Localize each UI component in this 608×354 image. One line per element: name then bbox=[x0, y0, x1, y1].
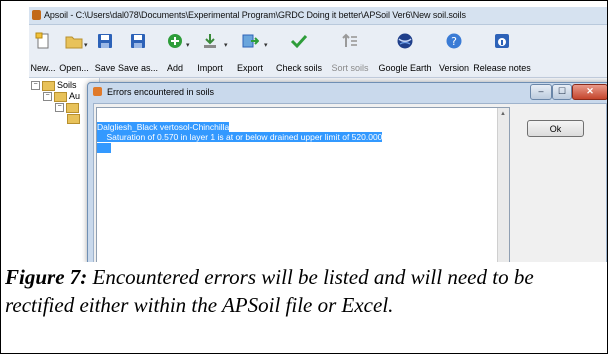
collapse-icon[interactable]: − bbox=[31, 81, 40, 91]
sort-soils-button[interactable]: Sort soils bbox=[326, 29, 374, 75]
export-dropdown-icon[interactable]: ▾ bbox=[264, 41, 268, 49]
dialog-app-icon bbox=[93, 87, 102, 96]
collapse-icon[interactable]: − bbox=[43, 92, 52, 102]
folder-icon bbox=[54, 91, 67, 102]
figure-label: Figure 7: bbox=[5, 265, 88, 289]
tree-item-grandchild[interactable] bbox=[67, 113, 82, 124]
save-as-button[interactable]: Save as... bbox=[118, 29, 158, 75]
add-dropdown-icon[interactable]: ▾ bbox=[186, 41, 190, 49]
ok-button[interactable]: Ok bbox=[527, 120, 584, 137]
dialog-body: Dalgliesh_Black vertosol-Chinchilla Satu… bbox=[93, 103, 607, 262]
error-list-scrollbar[interactable]: ▲ bbox=[497, 108, 509, 262]
checkmark-icon bbox=[290, 34, 308, 49]
add-icon bbox=[168, 34, 182, 48]
open-dropdown-icon[interactable]: ▾ bbox=[84, 41, 88, 49]
import-button[interactable]: ▾ Import bbox=[192, 29, 228, 75]
scroll-up-icon[interactable]: ▲ bbox=[500, 111, 506, 117]
dialog-title: Errors encountered in soils bbox=[107, 87, 215, 97]
error-message: Saturation of 0.570 in layer 1 is at or … bbox=[97, 132, 383, 142]
selection-highlight bbox=[97, 143, 111, 153]
window-title: Apsoil - C:\Users\dal078\Documents\Exper… bbox=[44, 10, 466, 20]
version-button[interactable]: ? Version bbox=[437, 29, 471, 75]
folder-icon bbox=[67, 113, 80, 124]
svg-text:?: ? bbox=[451, 35, 457, 48]
info-icon bbox=[495, 34, 509, 48]
main-toolbar: New... ▾ Open... Save Save as... ▾ Add ▾… bbox=[29, 25, 607, 78]
import-icon bbox=[204, 34, 216, 48]
maximize-button[interactable]: ☐ bbox=[552, 84, 572, 100]
figure-frame: Apsoil - C:\Users\dal078\Documents\Exper… bbox=[0, 0, 608, 354]
collapse-icon[interactable]: − bbox=[55, 103, 64, 113]
sort-icon bbox=[342, 33, 357, 47]
globe-icon bbox=[397, 33, 413, 49]
folder-open-icon bbox=[65, 36, 83, 49]
figure-caption: Figure 7: Encountered errors will be lis… bbox=[5, 263, 603, 319]
minimize-button[interactable]: – bbox=[530, 84, 552, 100]
export-icon bbox=[242, 34, 259, 48]
save-icon bbox=[98, 34, 112, 48]
tree-item-soils[interactable]: − Soils bbox=[31, 80, 77, 91]
save-as-icon bbox=[131, 34, 145, 48]
new-button[interactable]: New... bbox=[29, 29, 57, 75]
check-soils-button[interactable]: Check soils bbox=[273, 29, 325, 75]
add-button[interactable]: ▾ Add bbox=[162, 29, 190, 75]
error-soil-name: Dalgliesh_Black vertosol-Chinchilla bbox=[97, 122, 230, 132]
dialog-titlebar: Errors encountered in soils – ☐ ✕ bbox=[88, 83, 607, 101]
release-notes-button[interactable]: Release notes bbox=[473, 29, 531, 75]
window-titlebar: Apsoil - C:\Users\dal078\Documents\Exper… bbox=[29, 7, 607, 25]
folder-icon bbox=[42, 80, 55, 91]
import-dropdown-icon[interactable]: ▾ bbox=[224, 41, 228, 49]
open-button[interactable]: ▾ Open... bbox=[58, 29, 90, 75]
new-file-icon bbox=[35, 32, 49, 49]
close-button[interactable]: ✕ bbox=[572, 84, 607, 100]
apsoil-app-icon bbox=[32, 10, 41, 20]
app-screenshot: Apsoil - C:\Users\dal078\Documents\Exper… bbox=[29, 7, 607, 262]
save-button[interactable]: Save bbox=[93, 29, 117, 75]
folder-icon bbox=[66, 102, 79, 113]
export-button[interactable]: ▾ Export bbox=[232, 29, 268, 75]
errors-dialog: Errors encountered in soils – ☐ ✕ Dalgli… bbox=[87, 82, 607, 262]
tree-item-australia[interactable]: − Au bbox=[43, 91, 80, 102]
help-icon: ? bbox=[446, 33, 462, 49]
error-list[interactable]: Dalgliesh_Black vertosol-Chinchilla Satu… bbox=[96, 107, 510, 262]
tree-item-child[interactable]: − bbox=[55, 102, 81, 113]
google-earth-button[interactable]: Google Earth bbox=[376, 29, 434, 75]
